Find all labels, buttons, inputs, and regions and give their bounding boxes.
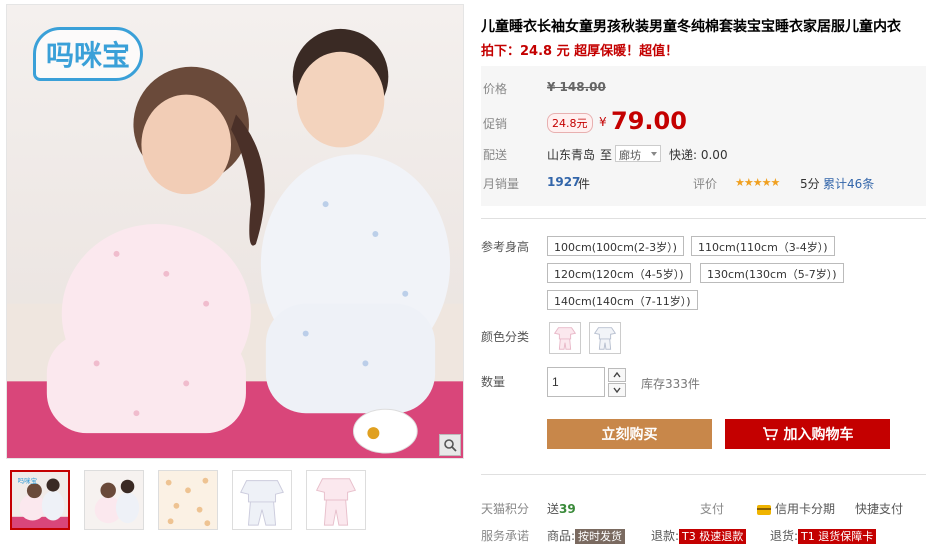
main-product-image[interactable]: 吗咪宝 <box>6 4 464 459</box>
sales-count: 1927 <box>547 175 581 189</box>
express-fee: 快递: 0.00 <box>669 148 728 162</box>
chevron-down-icon <box>651 152 657 156</box>
points-value: 39 <box>559 502 576 516</box>
shipping-label: 配送 <box>483 148 508 162</box>
color-label: 颜色分类 <box>481 330 530 344</box>
chevron-up-icon <box>613 372 621 378</box>
review-count-link[interactable]: 累计46条 <box>823 175 874 192</box>
credit-card-option[interactable]: 信用卡分期 <box>757 500 835 517</box>
color-option-pink[interactable] <box>549 322 581 354</box>
stock-count: 库存333件 <box>641 377 700 391</box>
pink-pajama-swatch-icon <box>553 327 577 350</box>
refund-tag[interactable]: T3 极速退款 <box>679 529 747 544</box>
original-price: ¥ 148.00 <box>547 80 606 94</box>
add-to-cart-button[interactable]: 加入购物车 <box>725 419 890 449</box>
return-tag[interactable]: T1 退货保障卡 <box>798 529 877 544</box>
svg-text:吗咪宝: 吗咪宝 <box>18 476 38 485</box>
service-refund: 退款: T3 极速退款 <box>651 527 747 544</box>
quantity-label: 数量 <box>481 375 506 389</box>
size-option[interactable]: 120cm(120cm（4-5岁）) <box>547 263 691 283</box>
promo-badge: 24.8元 <box>547 113 593 133</box>
zoom-button[interactable] <box>439 434 461 456</box>
size-option[interactable]: 110cm(110cm（3-4岁）) <box>691 236 835 256</box>
thumbnail-5[interactable] <box>306 470 366 530</box>
divider <box>481 474 926 475</box>
points-label: 天猫积分 <box>481 502 530 516</box>
service-goods: 商品: 按时发货 <box>547 527 626 544</box>
thumbnail-2[interactable] <box>84 470 144 530</box>
white-pajama-swatch-icon <box>593 327 617 350</box>
thumbnail-3[interactable] <box>158 470 218 530</box>
promo-text: 拍下：24.8 元 超厚保暖！超值！ <box>481 44 679 59</box>
magnifier-icon <box>444 439 457 452</box>
sales-label: 月销量 <box>483 177 520 191</box>
points-value-row: 送39 <box>547 500 576 517</box>
quantity-input[interactable] <box>547 367 605 397</box>
rating-score: 5分 <box>800 177 820 191</box>
destination-select[interactable]: 廊坊 <box>615 145 661 162</box>
thumbnail-4[interactable] <box>232 470 292 530</box>
refund-label: 退款: <box>651 529 680 543</box>
product-title: 儿童睡衣长袖女童男孩秋装男童冬纯棉套装宝宝睡衣家居服儿童内衣 <box>481 19 901 35</box>
buy-now-button[interactable]: 立刻购买 <box>547 419 712 449</box>
goods-label: 商品: <box>547 529 576 543</box>
goods-tag[interactable]: 按时发货 <box>575 529 626 544</box>
pay-label: 支付 <box>700 502 725 516</box>
ship-to-word: 至 <box>600 148 613 162</box>
add-to-cart-label: 加入购物车 <box>783 427 854 443</box>
divider <box>481 218 926 219</box>
points-send: 送 <box>547 502 560 516</box>
quick-pay-option[interactable]: 快捷支付 <box>855 500 903 517</box>
size-option[interactable]: 130cm(130cm（5-7岁）) <box>700 263 844 283</box>
price-panel: 价格 ¥ 148.00 促销 24.8元 ¥ 79.00 配送 山东青岛 至 廊… <box>481 66 926 206</box>
rating-label: 评价 <box>693 177 718 191</box>
credit-card-icon <box>757 504 771 515</box>
size-option[interactable]: 100cm(100cm(2-3岁）) <box>547 236 684 256</box>
quantity-decrease-button[interactable] <box>608 383 626 397</box>
thumbnail-strip: 吗咪宝 <box>10 470 366 530</box>
cart-icon <box>762 427 778 441</box>
color-option-white[interactable] <box>589 322 621 354</box>
chevron-down-icon <box>613 387 621 393</box>
price-label: 价格 <box>483 82 508 96</box>
ship-from: 山东青岛 <box>547 148 596 162</box>
return-label: 退货: <box>770 529 799 543</box>
rating-stars-icon: ★★★★★ <box>735 176 780 189</box>
size-option[interactable]: 140cm(140cm（7-11岁）) <box>547 290 698 310</box>
currency-symbol: ¥ <box>599 115 607 129</box>
points-row: 天猫积分 <box>481 500 529 517</box>
service-label: 服务承诺 <box>481 529 530 543</box>
promo-price-label: 促销 <box>483 117 508 131</box>
service-return: 退货: T1 退货保障卡 <box>770 527 877 544</box>
sales-unit: 件 <box>578 177 591 191</box>
quantity-increase-button[interactable] <box>608 368 626 382</box>
credit-card-label: 信用卡分期 <box>775 502 836 516</box>
brand-logo: 吗咪宝 <box>33 27 144 81</box>
thumbnail-1[interactable]: 吗咪宝 <box>10 470 70 530</box>
size-label: 参考身高 <box>481 240 530 254</box>
current-price: 79.00 <box>611 107 687 135</box>
